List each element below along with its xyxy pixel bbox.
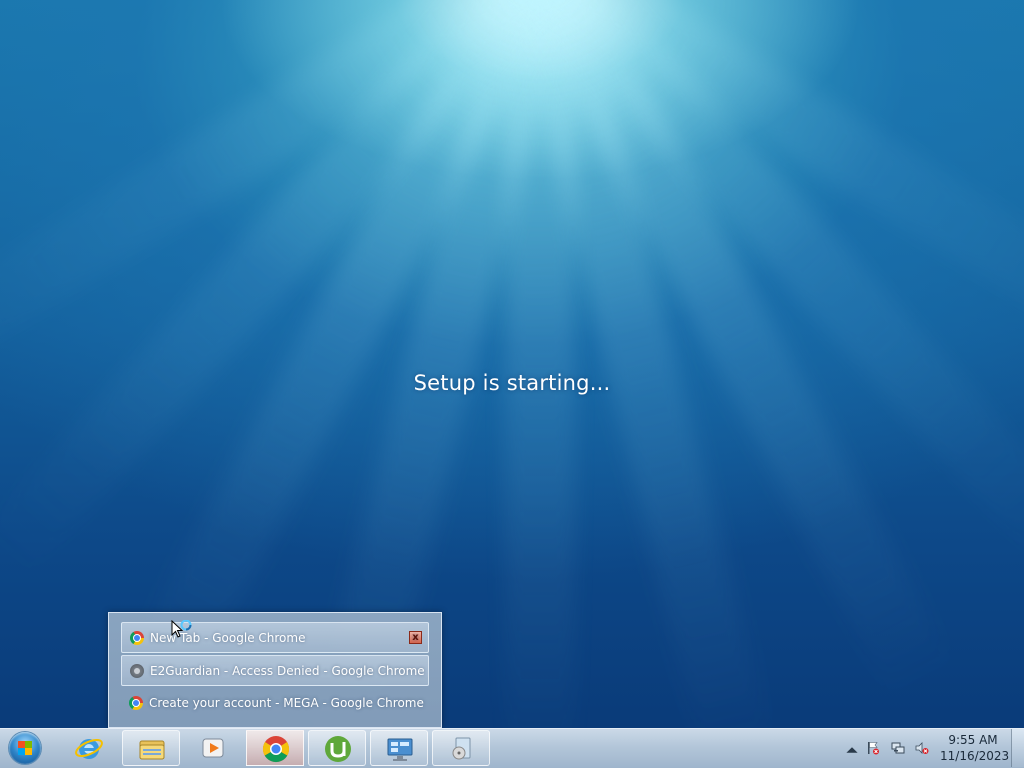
setup-status-text: Setup is starting... — [413, 371, 611, 395]
utorrent-icon — [325, 736, 351, 762]
chrome-icon — [130, 631, 144, 645]
taskbar-internet-explorer[interactable] — [60, 730, 118, 766]
start-button[interactable] — [4, 730, 46, 766]
show-desktop-button[interactable] — [1011, 729, 1024, 767]
window-list-item-e2guardian[interactable]: E2Guardian - Access Denied - Google Chro… — [121, 655, 429, 686]
media-icon — [452, 737, 471, 760]
internet-explorer-icon — [75, 738, 103, 759]
clock-time: 9:55 AM — [948, 733, 998, 747]
media-player-icon — [202, 738, 224, 758]
window-list-item-new-tab[interactable]: New Tab - Google Chrome x — [121, 622, 429, 653]
window-list-item-label: E2Guardian - Access Denied - Google Chro… — [150, 664, 425, 678]
taskbar-media-player[interactable] — [184, 730, 242, 766]
window-list-item-mega[interactable]: Create your account - MEGA - Google Chro… — [121, 688, 429, 719]
close-window-button[interactable]: x — [409, 631, 422, 644]
taskbar-media-center[interactable] — [432, 730, 490, 766]
volume-muted-icon[interactable] — [915, 741, 929, 755]
clock-date: 11/16/2023 — [940, 749, 1010, 763]
taskbar-google-chrome[interactable] — [246, 730, 304, 766]
busy-cursor-icon — [171, 620, 192, 638]
chrome-icon — [129, 696, 143, 710]
system-clock[interactable]: 9:55 AM 11/16/2023 — [940, 732, 1010, 764]
windows-logo-icon — [9, 732, 41, 764]
window-list-item-label: Create your account - MEGA - Google Chro… — [149, 696, 424, 710]
chrome-icon — [262, 736, 290, 763]
taskbar: 9:55 AM 11/16/2023 — [0, 728, 1024, 768]
globe-grey-icon — [130, 664, 144, 678]
taskbar-windows-explorer[interactable] — [122, 730, 180, 766]
folder-icon — [139, 740, 165, 760]
remote-desktop-icon — [387, 738, 413, 761]
taskbar-utorrent[interactable] — [308, 730, 366, 766]
chrome-window-list-popup: New Tab - Google Chrome x E2Guardian - A… — [108, 612, 442, 728]
action-center-flag-icon[interactable] — [866, 741, 880, 755]
show-hidden-icons-arrow-icon[interactable] — [845, 743, 859, 757]
taskbar-remote-desktop[interactable] — [370, 730, 428, 766]
network-icon[interactable] — [891, 741, 905, 755]
